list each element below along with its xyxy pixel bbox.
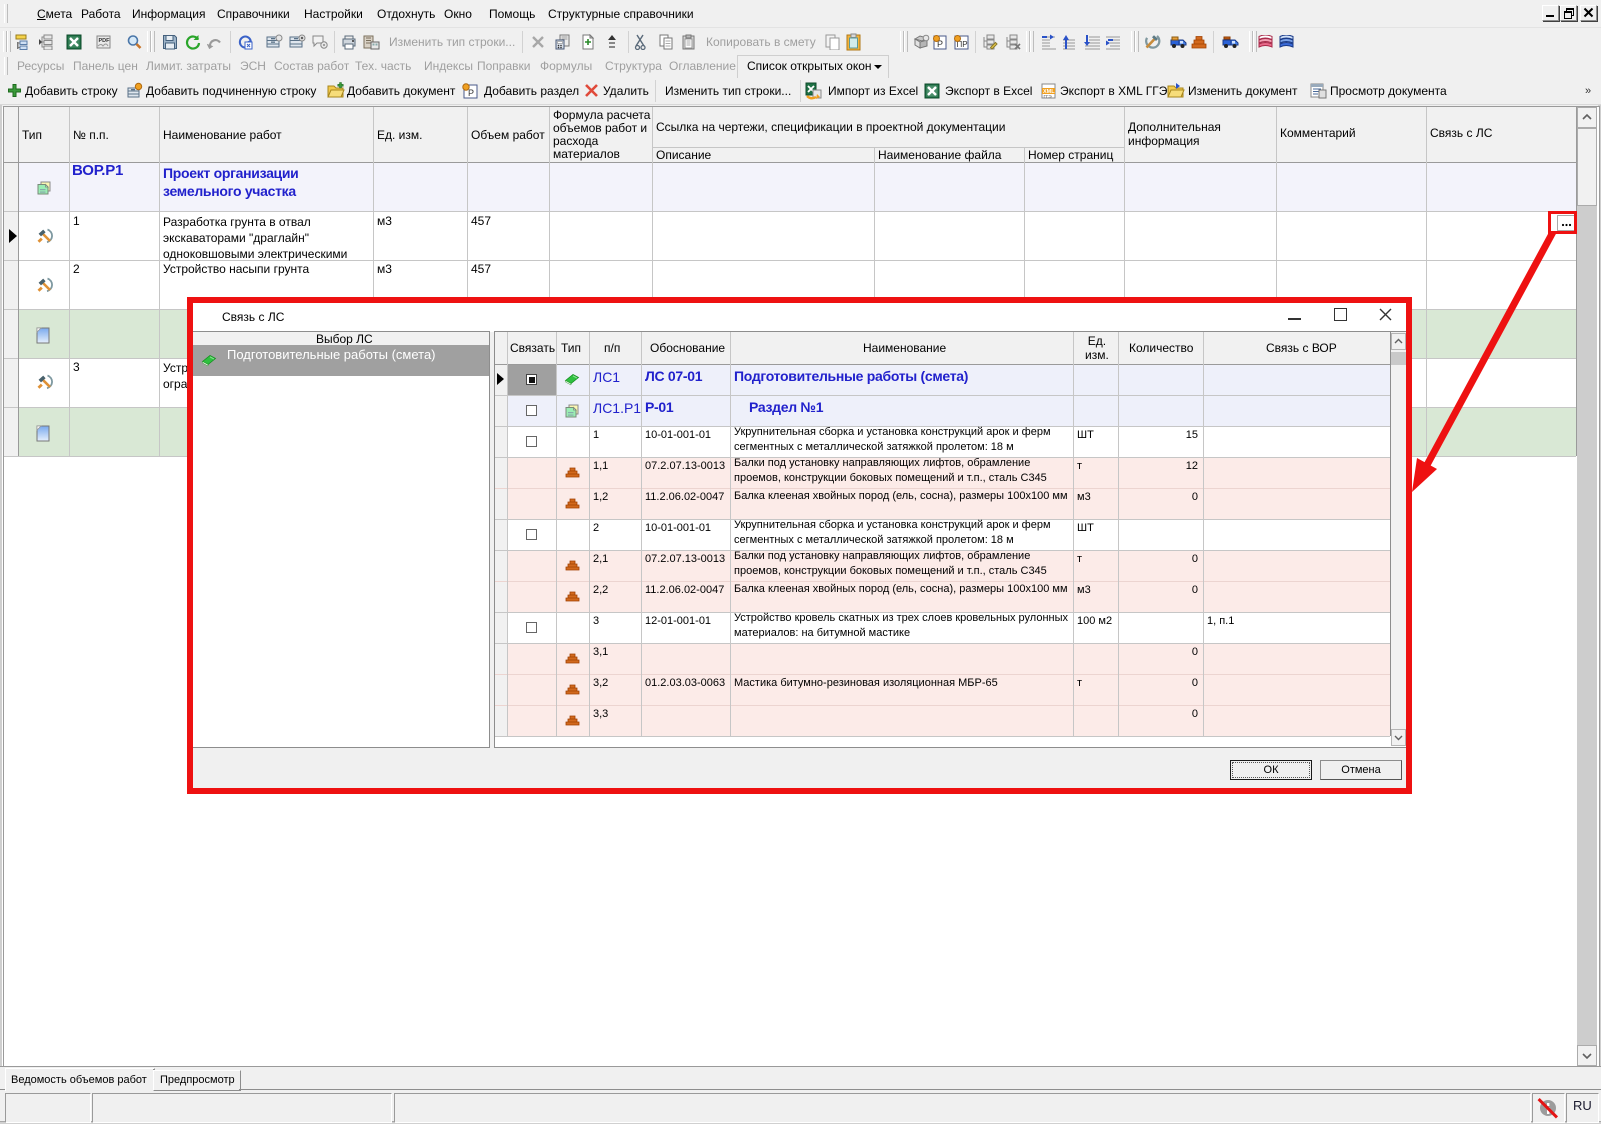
svg-text:P: P [468,88,474,98]
svg-text:PDF: PDF [99,38,111,44]
svg-text:ГГЭ: ГГЭ [1044,94,1053,99]
